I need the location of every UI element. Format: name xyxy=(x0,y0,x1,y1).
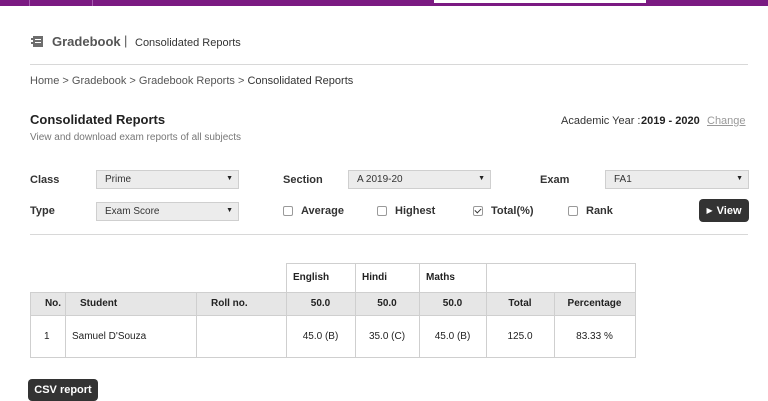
subject-header-hindi: Hindi xyxy=(362,272,387,283)
class-label: Class xyxy=(30,174,60,186)
academic-year-value: 2019 - 2020 xyxy=(641,115,700,127)
global-search-input[interactable] xyxy=(434,0,646,3)
column-header-student: Student xyxy=(80,298,118,309)
rank-checkbox[interactable]: Rank xyxy=(568,205,613,217)
topbar-divider xyxy=(92,0,93,6)
dropdown-arrow-icon: ▼ xyxy=(478,175,485,182)
divider xyxy=(30,64,748,65)
table-row-roll-no xyxy=(202,315,282,357)
topbar-divider xyxy=(29,0,30,6)
table-row-no: 1 xyxy=(44,330,50,342)
subject-header-english: English xyxy=(293,272,330,283)
column-header-percentage: Percentage xyxy=(567,298,622,309)
max-marks-hindi: 50.0 xyxy=(377,298,397,309)
column-header-total: Total xyxy=(508,298,532,309)
exam-select-value: FA1 xyxy=(614,174,632,185)
page-description: View and download exam reports of all su… xyxy=(30,132,242,143)
breadcrumb-gradebook-reports[interactable]: Gradebook Reports xyxy=(139,75,235,87)
breadcrumb-separator: > xyxy=(237,75,245,87)
checkbox-box[interactable] xyxy=(283,206,293,216)
total-percent-checkbox[interactable]: Total(%) xyxy=(473,205,534,217)
breadcrumb-separator: > xyxy=(62,75,69,87)
subject-header-maths: Maths xyxy=(426,272,455,283)
section-select-value: A 2019-20 xyxy=(357,174,403,185)
gradebook-icon xyxy=(31,36,43,47)
top-app-bar xyxy=(0,0,768,6)
type-select[interactable]: Exam Score ▼ xyxy=(96,202,239,221)
page-title: Consolidated Reports xyxy=(30,112,166,127)
academic-year-label: Academic Year : xyxy=(561,115,641,127)
class-select[interactable]: Prime ▼ xyxy=(96,170,239,189)
rank-checkbox-label: Rank xyxy=(586,205,613,217)
table-row-percentage: 83.33 % xyxy=(576,330,613,342)
breadcrumb-current: Consolidated Reports xyxy=(247,75,354,87)
table-row-total: 125.0 xyxy=(507,330,533,342)
module-subtitle: Consolidated Reports xyxy=(135,37,241,49)
exam-label: Exam xyxy=(540,174,570,186)
consolidated-report-table: English Hindi Maths No. Student Roll no.… xyxy=(30,263,636,358)
highest-checkbox[interactable]: Highest xyxy=(377,205,435,217)
column-header-roll-no: Roll no. xyxy=(211,298,248,309)
breadcrumb-home[interactable]: Home xyxy=(30,75,59,87)
checkbox-box-checked[interactable] xyxy=(473,206,483,216)
breadcrumb: Home > Gradebook > Gradebook Reports > C… xyxy=(30,75,353,87)
average-checkbox-label: Average xyxy=(301,205,345,217)
dropdown-arrow-icon: ▼ xyxy=(226,175,233,182)
class-select-value: Prime xyxy=(105,174,132,185)
table-row-student: Samuel D'Souza xyxy=(72,330,147,342)
highest-checkbox-label: Highest xyxy=(395,205,436,217)
module-title: Gradebook xyxy=(52,34,121,49)
column-header-no: No. xyxy=(44,298,62,309)
breadcrumb-separator: > xyxy=(129,75,136,87)
max-marks-english: 50.0 xyxy=(310,298,331,309)
section-label: Section xyxy=(283,174,323,186)
table-row-score-english: 45.0 (B) xyxy=(302,330,339,342)
change-academic-year-link[interactable]: Change xyxy=(707,115,746,127)
breadcrumb-gradebook[interactable]: Gradebook xyxy=(72,75,126,87)
divider xyxy=(30,234,748,235)
table-row-score-maths: 45.0 (B) xyxy=(434,330,471,342)
view-button[interactable]: ▶ View xyxy=(699,199,749,222)
checkbox-box[interactable] xyxy=(377,206,387,216)
checkbox-box[interactable] xyxy=(568,206,578,216)
section-select[interactable]: A 2019-20 ▼ xyxy=(348,170,491,189)
play-icon: ▶ xyxy=(706,206,713,215)
total-percent-checkbox-label: Total(%) xyxy=(491,205,534,217)
dropdown-arrow-icon: ▼ xyxy=(736,175,743,182)
dropdown-arrow-icon: ▼ xyxy=(226,207,233,214)
header-separator: | xyxy=(124,33,128,48)
type-label: Type xyxy=(30,205,55,217)
table-row-score-hindi: 35.0 (C) xyxy=(368,330,406,342)
csv-report-button[interactable]: CSV report xyxy=(28,379,98,401)
type-select-value: Exam Score xyxy=(105,206,160,217)
average-checkbox[interactable]: Average xyxy=(283,205,344,217)
exam-select[interactable]: FA1 ▼ xyxy=(605,170,749,189)
view-button-label: View xyxy=(716,204,742,217)
max-marks-maths: 50.0 xyxy=(442,298,463,309)
